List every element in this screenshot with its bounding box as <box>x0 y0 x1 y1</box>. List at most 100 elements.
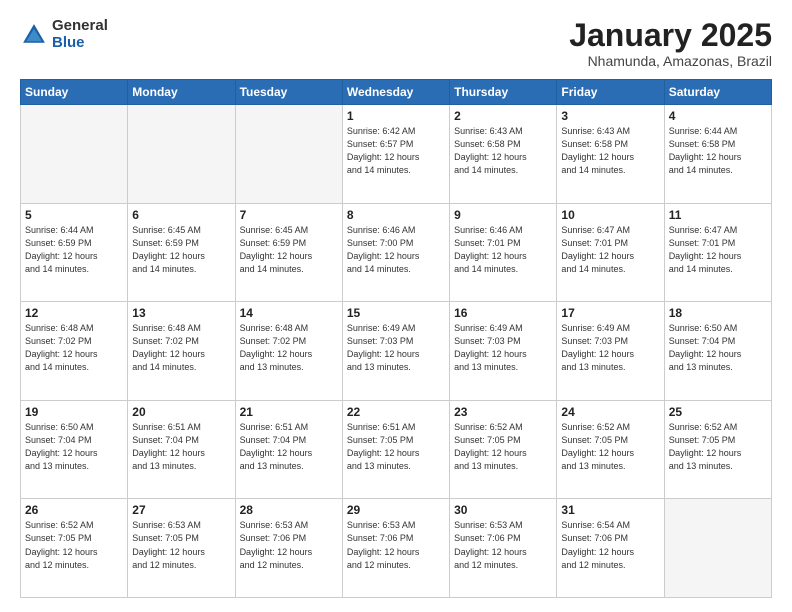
table-row: 27 Sunrise: 6:53 AM Sunset: 7:05 PM Dayli… <box>128 499 235 598</box>
day-number: 7 <box>240 208 338 222</box>
day-number: 4 <box>669 109 767 123</box>
day-number: 22 <box>347 405 445 419</box>
day-number: 8 <box>347 208 445 222</box>
day-info: Sunrise: 6:42 AM Sunset: 6:57 PM Dayligh… <box>347 125 445 177</box>
day-number: 14 <box>240 306 338 320</box>
day-number: 6 <box>132 208 230 222</box>
table-row: 21 Sunrise: 6:51 AM Sunset: 7:04 PM Dayli… <box>235 400 342 499</box>
day-number: 19 <box>25 405 123 419</box>
day-info: Sunrise: 6:50 AM Sunset: 7:04 PM Dayligh… <box>669 322 767 374</box>
table-row: 15Sunrise: 6:49 AM Sunset: 7:03 PM Dayli… <box>342 302 449 401</box>
day-number: 29 <box>347 503 445 517</box>
table-row: 1 Sunrise: 6:42 AM Sunset: 6:57 PM Daylig… <box>342 105 449 204</box>
col-thursday: Thursday <box>450 80 557 105</box>
day-info: Sunrise: 6:52 AM Sunset: 7:05 PM Dayligh… <box>561 421 659 473</box>
table-row: 12Sunrise: 6:48 AM Sunset: 7:02 PM Dayli… <box>21 302 128 401</box>
table-row: 22Sunrise: 6:51 AM Sunset: 7:05 PM Dayli… <box>342 400 449 499</box>
day-number: 21 <box>240 405 338 419</box>
day-info: Sunrise: 6:50 AM Sunset: 7:04 PM Dayligh… <box>25 421 123 473</box>
table-row: 6 Sunrise: 6:45 AM Sunset: 6:59 PM Daylig… <box>128 203 235 302</box>
day-info: Sunrise: 6:44 AM Sunset: 6:59 PM Dayligh… <box>25 224 123 276</box>
calendar-header-row: Sunday Monday Tuesday Wednesday Thursday… <box>21 80 772 105</box>
table-row: 29Sunrise: 6:53 AM Sunset: 7:06 PM Dayli… <box>342 499 449 598</box>
col-sunday: Sunday <box>21 80 128 105</box>
col-monday: Monday <box>128 80 235 105</box>
table-row: 18 Sunrise: 6:50 AM Sunset: 7:04 PM Dayli… <box>664 302 771 401</box>
day-info: Sunrise: 6:53 AM Sunset: 7:05 PM Dayligh… <box>132 519 230 571</box>
day-number: 18 <box>669 306 767 320</box>
day-info: Sunrise: 6:51 AM Sunset: 7:04 PM Dayligh… <box>240 421 338 473</box>
day-info: Sunrise: 6:47 AM Sunset: 7:01 PM Dayligh… <box>669 224 767 276</box>
day-info: Sunrise: 6:49 AM Sunset: 7:03 PM Dayligh… <box>454 322 552 374</box>
day-number: 20 <box>132 405 230 419</box>
logo-text: General Blue <box>52 18 108 51</box>
day-info: Sunrise: 6:51 AM Sunset: 7:04 PM Dayligh… <box>132 421 230 473</box>
logo-icon <box>20 21 48 49</box>
table-row: 23 Sunrise: 6:52 AM Sunset: 7:05 PM Dayli… <box>450 400 557 499</box>
table-row: 20 Sunrise: 6:51 AM Sunset: 7:04 PM Dayli… <box>128 400 235 499</box>
day-number: 2 <box>454 109 552 123</box>
day-info: Sunrise: 6:43 AM Sunset: 6:58 PM Dayligh… <box>561 125 659 177</box>
table-row: 16 Sunrise: 6:49 AM Sunset: 7:03 PM Dayli… <box>450 302 557 401</box>
table-row: 13 Sunrise: 6:48 AM Sunset: 7:02 PM Dayli… <box>128 302 235 401</box>
table-row: 28 Sunrise: 6:53 AM Sunset: 7:06 PM Dayli… <box>235 499 342 598</box>
day-number: 28 <box>240 503 338 517</box>
day-number: 25 <box>669 405 767 419</box>
table-row: 17 Sunrise: 6:49 AM Sunset: 7:03 PM Dayli… <box>557 302 664 401</box>
day-number: 5 <box>25 208 123 222</box>
day-number: 13 <box>132 306 230 320</box>
day-number: 23 <box>454 405 552 419</box>
day-info: Sunrise: 6:49 AM Sunset: 7:03 PM Dayligh… <box>561 322 659 374</box>
table-row: 26Sunrise: 6:52 AM Sunset: 7:05 PM Dayli… <box>21 499 128 598</box>
table-row: 11Sunrise: 6:47 AM Sunset: 7:01 PM Dayli… <box>664 203 771 302</box>
col-wednesday: Wednesday <box>342 80 449 105</box>
table-row <box>235 105 342 204</box>
day-info: Sunrise: 6:47 AM Sunset: 7:01 PM Dayligh… <box>561 224 659 276</box>
day-info: Sunrise: 6:45 AM Sunset: 6:59 PM Dayligh… <box>132 224 230 276</box>
col-saturday: Saturday <box>664 80 771 105</box>
day-number: 17 <box>561 306 659 320</box>
table-row: 2 Sunrise: 6:43 AM Sunset: 6:58 PM Daylig… <box>450 105 557 204</box>
day-info: Sunrise: 6:45 AM Sunset: 6:59 PM Dayligh… <box>240 224 338 276</box>
table-row: 14Sunrise: 6:48 AM Sunset: 7:02 PM Dayli… <box>235 302 342 401</box>
calendar-table: Sunday Monday Tuesday Wednesday Thursday… <box>20 79 772 598</box>
calendar-week-row: 12 Sunrise: 6:48 AM Sunset: 7:02 PM Dayli… <box>21 302 772 401</box>
day-info: Sunrise: 6:48 AM Sunset: 7:02 PM Dayligh… <box>132 322 230 374</box>
day-number: 12 <box>25 306 123 320</box>
day-info: Sunrise: 6:53 AM Sunset: 7:06 PM Dayligh… <box>240 519 338 571</box>
day-number: 10 <box>561 208 659 222</box>
table-row: 19 Sunrise: 6:50 AM Sunset: 7:04 PM Dayli… <box>21 400 128 499</box>
col-tuesday: Tuesday <box>235 80 342 105</box>
table-row: 31 Sunrise: 6:54 AM Sunset: 7:06 PM Dayli… <box>557 499 664 598</box>
table-row: 8Sunrise: 6:46 AM Sunset: 7:00 PM Daylig… <box>342 203 449 302</box>
day-info: Sunrise: 6:52 AM Sunset: 7:05 PM Dayligh… <box>454 421 552 473</box>
day-info: Sunrise: 6:54 AM Sunset: 7:06 PM Dayligh… <box>561 519 659 571</box>
calendar-subtitle: Nhamunda, Amazonas, Brazil <box>569 53 772 69</box>
day-number: 1 <box>347 109 445 123</box>
calendar-page: General Blue January 2025 Nhamunda, Amaz… <box>0 0 792 612</box>
table-row: 25 Sunrise: 6:52 AM Sunset: 7:05 PM Dayli… <box>664 400 771 499</box>
calendar-week-row: 26Sunrise: 6:52 AM Sunset: 7:05 PM Dayli… <box>21 499 772 598</box>
day-number: 31 <box>561 503 659 517</box>
calendar-week-row: 19 Sunrise: 6:50 AM Sunset: 7:04 PM Dayli… <box>21 400 772 499</box>
table-row: 3 Sunrise: 6:43 AM Sunset: 6:58 PM Daylig… <box>557 105 664 204</box>
day-number: 16 <box>454 306 552 320</box>
day-number: 9 <box>454 208 552 222</box>
calendar-week-row: 5 Sunrise: 6:44 AM Sunset: 6:59 PM Daylig… <box>21 203 772 302</box>
day-number: 27 <box>132 503 230 517</box>
logo-blue-text: Blue <box>52 35 108 52</box>
day-info: Sunrise: 6:43 AM Sunset: 6:58 PM Dayligh… <box>454 125 552 177</box>
logo-general-text: General <box>52 18 108 35</box>
calendar-week-row: 1 Sunrise: 6:42 AM Sunset: 6:57 PM Daylig… <box>21 105 772 204</box>
day-number: 3 <box>561 109 659 123</box>
table-row <box>664 499 771 598</box>
table-row <box>128 105 235 204</box>
col-friday: Friday <box>557 80 664 105</box>
day-number: 24 <box>561 405 659 419</box>
calendar-title: January 2025 <box>569 18 772 53</box>
table-row: 7 Sunrise: 6:45 AM Sunset: 6:59 PM Daylig… <box>235 203 342 302</box>
day-info: Sunrise: 6:44 AM Sunset: 6:58 PM Dayligh… <box>669 125 767 177</box>
day-number: 15 <box>347 306 445 320</box>
day-number: 30 <box>454 503 552 517</box>
day-info: Sunrise: 6:52 AM Sunset: 7:05 PM Dayligh… <box>669 421 767 473</box>
